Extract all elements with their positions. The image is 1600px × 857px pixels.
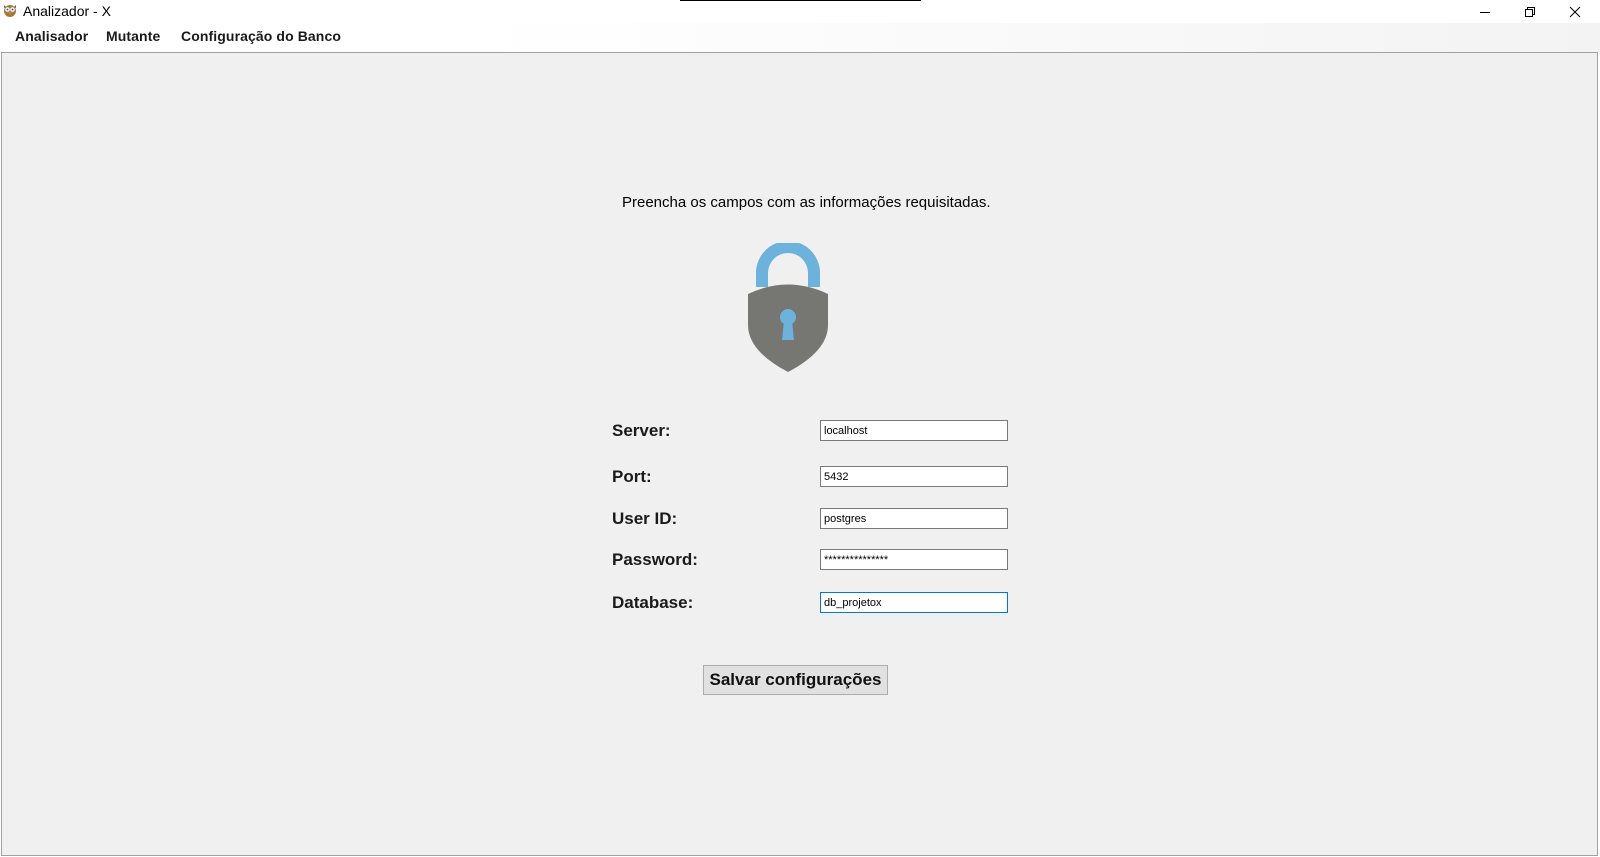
window-title: Analizador - X bbox=[23, 3, 111, 19]
minimize-icon bbox=[1479, 6, 1491, 18]
minimize-button[interactable] bbox=[1462, 0, 1507, 23]
user-id-input[interactable] bbox=[820, 508, 1008, 529]
close-icon bbox=[1569, 6, 1581, 18]
menu-item-configuracao-do-banco[interactable]: Configuração do Banco bbox=[181, 28, 341, 44]
port-input[interactable] bbox=[820, 466, 1008, 487]
close-button[interactable] bbox=[1552, 0, 1597, 23]
lock-icon bbox=[747, 241, 829, 373]
user-id-label: User ID: bbox=[612, 509, 678, 528]
database-label: Database: bbox=[612, 593, 694, 612]
menu-item-analisador[interactable]: Analisador bbox=[15, 28, 88, 44]
menu-item-mutante[interactable]: Mutante bbox=[106, 28, 160, 44]
restore-button[interactable] bbox=[1507, 0, 1552, 23]
restore-icon bbox=[1524, 6, 1536, 18]
client-area bbox=[1, 52, 1598, 856]
password-input[interactable] bbox=[820, 549, 1008, 570]
owl-icon bbox=[3, 3, 17, 17]
server-input[interactable] bbox=[820, 420, 1008, 441]
title-bar: Analizador - X bbox=[0, 0, 1600, 23]
save-button[interactable]: Salvar configurações bbox=[703, 665, 888, 695]
menu-bar: Analisador Mutante Configuração do Banco bbox=[0, 23, 1600, 52]
port-label: Port: bbox=[612, 467, 652, 486]
database-input[interactable] bbox=[820, 592, 1008, 613]
instruction-text: Preencha os campos com as informações re… bbox=[622, 194, 991, 211]
title-bar-divider bbox=[680, 0, 921, 1]
password-label: Password: bbox=[612, 550, 698, 569]
server-label: Server: bbox=[612, 421, 671, 440]
